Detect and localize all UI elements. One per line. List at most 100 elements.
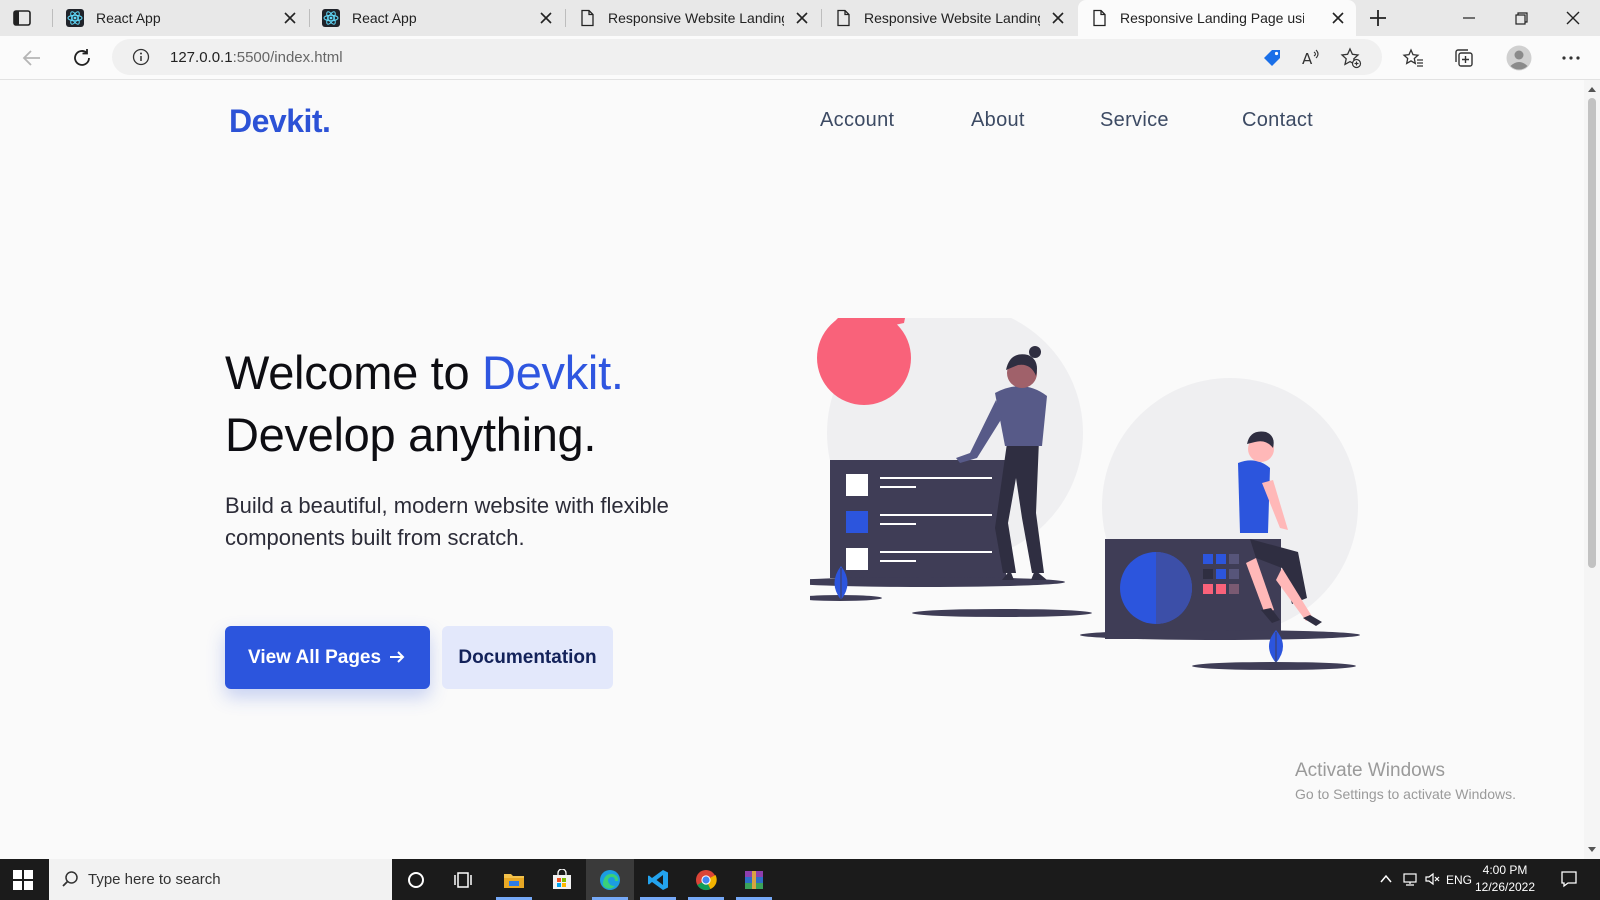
- tab-landing-active[interactable]: Responsive Landing Page using: [1078, 0, 1356, 36]
- right-shadow: [1080, 630, 1360, 640]
- man-shirt: [1238, 460, 1270, 533]
- page-icon: [581, 9, 594, 27]
- close-window-icon[interactable]: [1564, 9, 1582, 27]
- page-icon: [837, 9, 850, 27]
- favorites-icon[interactable]: [1402, 47, 1424, 69]
- tab-actions-icon[interactable]: [12, 8, 32, 28]
- back-icon[interactable]: [21, 47, 43, 69]
- documentation-button[interactable]: Documentation: [442, 626, 613, 689]
- tab-landing-2[interactable]: Responsive Website Landing Pa: [822, 0, 1076, 36]
- search-placeholder: Type here to search: [88, 871, 221, 888]
- activate-windows-watermark: Activate Windows Go to Settings to activ…: [1295, 760, 1516, 802]
- store-icon: [553, 869, 571, 889]
- browser-toolbar: 127.0.0.1:5500/index.html A: [0, 36, 1600, 80]
- edge-icon: [600, 870, 620, 890]
- add-favorite-icon[interactable]: [1340, 47, 1362, 69]
- react-icon: [322, 9, 340, 27]
- url-host: 127.0.0.1: [170, 49, 233, 66]
- react-icon: [66, 9, 84, 27]
- tab-landing-1[interactable]: Responsive Website Landing Pa: [566, 0, 820, 36]
- cortana-button[interactable]: [392, 859, 440, 900]
- page-scrollbar[interactable]: [1584, 80, 1600, 859]
- file-explorer-button[interactable]: [490, 859, 538, 900]
- left-checkbox-3: [846, 548, 868, 570]
- left-checkbox-1: [846, 474, 868, 496]
- clock-date: 12/26/2022: [1474, 880, 1536, 894]
- watermark-line2: Go to Settings to activate Windows.: [1295, 786, 1516, 802]
- vscode-icon: [648, 870, 668, 890]
- url-text: 127.0.0.1:5500/index.html: [170, 49, 343, 66]
- restore-icon[interactable]: [1512, 9, 1530, 27]
- file-explorer-icon: [504, 874, 524, 888]
- tab-react-app-2[interactable]: React App: [310, 0, 564, 36]
- scroll-up-icon[interactable]: [1587, 85, 1597, 93]
- network-icon[interactable]: [1402, 871, 1418, 887]
- clock-time: 4:00 PM: [1482, 863, 1528, 877]
- windows-taskbar: Type here to search ENG 4:00 PM 12/26/20…: [0, 859, 1600, 900]
- tab-title: Responsive Landing Page using: [1120, 10, 1304, 26]
- scroll-down-icon[interactable]: [1587, 846, 1597, 854]
- nav-link-about[interactable]: About: [971, 109, 1025, 132]
- hero-title: Welcome to Devkit. Develop anything.: [225, 342, 624, 466]
- page-icon: [1093, 9, 1106, 27]
- vscode-button[interactable]: [634, 859, 682, 900]
- tab-separator: [52, 9, 53, 27]
- edge-button[interactable]: [586, 859, 634, 900]
- collections-icon[interactable]: [1453, 47, 1475, 69]
- info-icon[interactable]: [132, 48, 150, 66]
- shopping-tag-icon[interactable]: [1261, 47, 1283, 69]
- hero-illustration: [810, 318, 1360, 670]
- hero-subtitle: Build a beautiful, modern website with f…: [225, 493, 669, 550]
- tab-strip: React App React App Responsive Website L…: [0, 0, 1600, 36]
- landing-page: Devkit. Account About Service Contact We…: [0, 80, 1584, 859]
- close-icon[interactable]: [538, 10, 554, 26]
- left-shadow: [810, 577, 1065, 587]
- task-view-button[interactable]: [440, 859, 488, 900]
- site-logo[interactable]: Devkit.: [229, 103, 331, 140]
- close-icon[interactable]: [282, 10, 298, 26]
- hero-title-prefix: Welcome to: [225, 346, 483, 399]
- chrome-button[interactable]: [682, 859, 730, 900]
- read-aloud-icon[interactable]: A: [1300, 47, 1322, 69]
- task-view-icon: [454, 872, 472, 888]
- refresh-icon[interactable]: [71, 47, 93, 69]
- hero-title-line2: Develop anything.: [225, 408, 597, 461]
- clock[interactable]: 4:00 PM 12/26/2022: [1460, 862, 1550, 896]
- documentation-label: Documentation: [458, 646, 597, 668]
- tab-react-app-1[interactable]: React App: [54, 0, 308, 36]
- url-path: :5500/index.html: [232, 49, 343, 66]
- minimize-icon[interactable]: [1460, 9, 1478, 27]
- close-icon[interactable]: [1050, 10, 1066, 26]
- view-all-pages-label: View All Pages: [248, 646, 382, 668]
- winrar-button[interactable]: [730, 859, 778, 900]
- store-button[interactable]: [538, 859, 586, 900]
- windows-start-icon[interactable]: [12, 869, 34, 891]
- notification-icon[interactable]: [1560, 870, 1578, 888]
- tab-title: Responsive Website Landing Pa: [608, 10, 784, 26]
- svg-text:A: A: [1302, 50, 1313, 68]
- close-icon[interactable]: [794, 10, 810, 26]
- nav-link-contact[interactable]: Contact: [1242, 109, 1313, 132]
- volume-muted-icon[interactable]: [1424, 871, 1440, 887]
- nav-link-service[interactable]: Service: [1100, 109, 1169, 132]
- hero-title-accent: Devkit.: [482, 346, 624, 399]
- new-tab-icon[interactable]: [1368, 8, 1388, 28]
- tab-title: React App: [352, 10, 417, 26]
- close-icon[interactable]: [1330, 10, 1346, 26]
- profile-avatar-icon[interactable]: [1506, 45, 1532, 71]
- tab-title: Responsive Website Landing Pa: [864, 10, 1040, 26]
- more-menu-icon[interactable]: [1560, 47, 1582, 69]
- taskbar-search[interactable]: Type here to search: [49, 859, 392, 900]
- search-icon: [62, 871, 78, 887]
- left-checkbox-2: [846, 511, 868, 533]
- address-bar[interactable]: 127.0.0.1:5500/index.html A: [112, 39, 1382, 75]
- scroll-thumb[interactable]: [1588, 98, 1596, 568]
- nav-link-account[interactable]: Account: [820, 109, 894, 132]
- cortana-icon: [408, 872, 424, 888]
- view-all-pages-button[interactable]: View All Pages: [225, 626, 430, 689]
- chevron-up-icon[interactable]: [1378, 871, 1394, 887]
- chrome-icon: [696, 870, 717, 891]
- arrow-right-icon: [390, 651, 405, 663]
- tab-title: React App: [96, 10, 161, 26]
- winrar-icon: [745, 871, 763, 889]
